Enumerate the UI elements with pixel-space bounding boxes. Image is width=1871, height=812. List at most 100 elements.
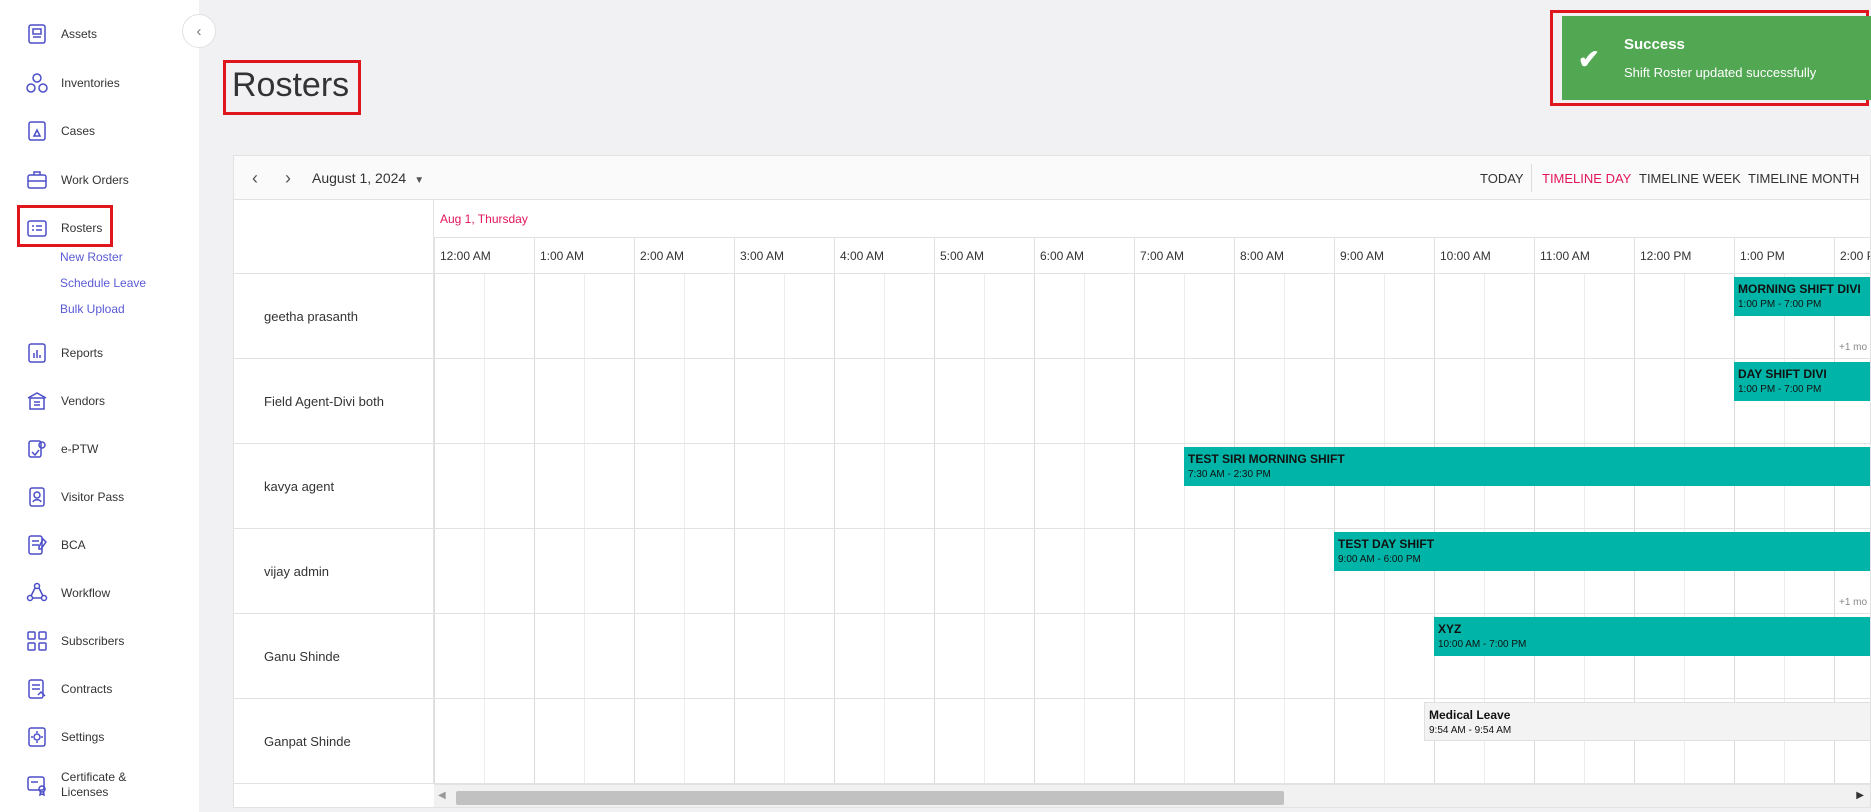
certificate-icon xyxy=(24,772,50,798)
hour-label: 4:00 AM xyxy=(834,238,934,274)
nav-label: Subscribers xyxy=(61,633,125,648)
view-timeline-week[interactable]: TIMELINE WEEK xyxy=(1639,171,1741,186)
chevron-right-icon: › xyxy=(285,167,291,188)
contracts-icon xyxy=(24,676,50,702)
event-title: XYZ xyxy=(1438,622,1462,636)
nav-workflow[interactable]: Workflow xyxy=(0,573,199,613)
bca-icon xyxy=(24,532,50,558)
chevron-left-icon: ‹ xyxy=(252,167,258,188)
view-timeline-month[interactable]: TIMELINE MONTH xyxy=(1748,171,1859,186)
event-medical-leave[interactable]: Medical Leave 9:54 AM - 9:54 AM xyxy=(1424,702,1870,741)
hour-label: 6:00 AM xyxy=(1034,238,1134,274)
hour-label: 2:00 AM xyxy=(634,238,734,274)
nav-label: Workflow xyxy=(61,585,111,600)
chevron-left-icon: ‹ xyxy=(196,22,202,40)
event-xyz[interactable]: XYZ 10:00 AM - 7:00 PM xyxy=(1434,617,1870,656)
assets-icon xyxy=(24,21,50,47)
highlight-box xyxy=(17,205,113,247)
hour-label: 9:00 AM xyxy=(1334,238,1434,274)
nav-inventories[interactable]: Inventories xyxy=(0,63,199,103)
toolbar-separator xyxy=(1531,164,1532,192)
nav-vendors[interactable]: Vendors xyxy=(0,381,199,421)
nav-label: Work Orders xyxy=(61,172,129,187)
event-time: 1:00 PM - 7:00 PM xyxy=(1738,384,1822,395)
event-morning-shift-divi[interactable]: MORNING SHIFT DIVI 1:00 PM - 7:00 PM xyxy=(1734,277,1870,316)
timeline-row[interactable] xyxy=(434,359,1870,444)
resource-row: Field Agent-Divi both xyxy=(234,359,434,444)
nav-label: Contracts xyxy=(61,681,113,696)
event-title: TEST DAY SHIFT xyxy=(1338,537,1435,551)
sidebar: Assets Inventories Cases Work Orders Ros… xyxy=(0,0,199,812)
event-time: 1:00 PM - 7:00 PM xyxy=(1738,299,1822,310)
cases-icon xyxy=(24,118,50,144)
resource-column: geetha prasanth Field Agent-Divi both ka… xyxy=(234,200,434,784)
nav-label: Reports xyxy=(61,345,104,360)
nav-visitor-pass[interactable]: Visitor Pass xyxy=(0,477,199,517)
event-title: TEST SIRI MORNING SHIFT xyxy=(1188,452,1345,466)
horizontal-scrollbar[interactable]: ◀ ▶ xyxy=(434,784,1870,807)
event-title: Medical Leave xyxy=(1429,708,1511,722)
next-date-button[interactable]: › xyxy=(277,167,299,189)
resource-row: kavya agent xyxy=(234,444,434,529)
toast-message: Shift Roster updated successfully xyxy=(1624,65,1817,80)
nav-label: Inventories xyxy=(61,75,120,90)
work-orders-icon xyxy=(24,167,50,193)
event-time: 9:54 AM - 9:54 AM xyxy=(1429,725,1512,736)
event-time: 7:30 AM - 2:30 PM xyxy=(1188,469,1271,480)
timeline-area: Aug 1, Thursday 12:00 AM 1:00 AM 2:00 AM 3:… xyxy=(434,200,1870,784)
nav-assets[interactable]: Assets xyxy=(0,14,199,54)
visitor-pass-icon xyxy=(24,484,50,510)
event-day-shift-divi[interactable]: DAY SHIFT DIVI 1:00 PM - 7:00 PM xyxy=(1734,362,1870,401)
date-header-label: Aug 1, Thursday xyxy=(440,212,528,226)
timeline-grid[interactable]: MORNING SHIFT DIVI 1:00 PM - 7:00 PM +1 … xyxy=(434,274,1870,784)
nav-label: Assets xyxy=(61,26,98,41)
nav-contracts[interactable]: Contracts xyxy=(0,669,199,709)
nav-bca[interactable]: BCA xyxy=(0,525,199,565)
hour-label: 2:00 PM xyxy=(1834,238,1870,274)
hour-label: 11:00 AM xyxy=(1534,238,1634,274)
workflow-icon xyxy=(24,580,50,606)
event-test-siri-morning-shift[interactable]: TEST SIRI MORNING SHIFT 7:30 AM - 2:30 P… xyxy=(1184,447,1870,486)
nav-label: Certificate & Licenses xyxy=(61,770,127,799)
nav-cases[interactable]: Cases xyxy=(0,111,199,151)
success-toast[interactable]: ✔ Success Shift Roster updated successfu… xyxy=(1562,16,1871,100)
event-title: MORNING SHIFT DIVI xyxy=(1738,282,1861,296)
nav-eptw[interactable]: e-PTW xyxy=(0,429,199,469)
hour-header: 12:00 AM 1:00 AM 2:00 AM 3:00 AM 4:00 AM 5:00… xyxy=(434,238,1870,274)
hour-label: 1:00 AM xyxy=(534,238,634,274)
event-test-day-shift[interactable]: TEST DAY SHIFT 9:00 AM - 6:00 PM xyxy=(1334,532,1870,571)
resource-row: Ganu Shinde xyxy=(234,614,434,699)
nav-settings[interactable]: Settings xyxy=(0,717,199,757)
page-title: Rosters xyxy=(232,66,350,104)
sidebar-collapse-button[interactable]: ‹ xyxy=(182,14,216,48)
more-events-link[interactable]: +1 mo xyxy=(1839,597,1867,608)
nav-reports[interactable]: Reports xyxy=(0,333,199,373)
nav-label: e-PTW xyxy=(61,441,99,456)
resource-row: vijay admin xyxy=(234,529,434,614)
scrollbar-thumb[interactable] xyxy=(456,791,1284,805)
date-picker[interactable]: August 1, 2024 ▼ xyxy=(312,170,424,186)
sub-item-new-roster[interactable]: New Roster xyxy=(60,250,123,264)
view-timeline-day[interactable]: TIMELINE DAY xyxy=(1542,171,1631,186)
scroll-right-icon[interactable]: ▶ xyxy=(1856,790,1864,801)
hour-label: 8:00 AM xyxy=(1234,238,1334,274)
sub-item-bulk-upload[interactable]: Bulk Upload xyxy=(60,302,125,316)
nav-certificate-licenses[interactable]: Certificate & Licenses xyxy=(0,765,199,805)
check-icon: ✔ xyxy=(1578,44,1600,74)
date-header: Aug 1, Thursday xyxy=(434,200,1870,238)
scroll-left-icon[interactable]: ◀ xyxy=(438,790,446,801)
toast-title: Success xyxy=(1624,36,1685,53)
hour-label: 10:00 AM xyxy=(1434,238,1534,274)
inventories-icon xyxy=(24,70,50,96)
more-events-link[interactable]: +1 mo xyxy=(1839,342,1867,353)
sub-item-schedule-leave[interactable]: Schedule Leave xyxy=(60,276,146,290)
nav-work-orders[interactable]: Work Orders xyxy=(0,160,199,200)
event-time: 10:00 AM - 7:00 PM xyxy=(1438,639,1527,650)
nav-subscribers[interactable]: Subscribers xyxy=(0,621,199,661)
event-time: 9:00 AM - 6:00 PM xyxy=(1338,554,1421,565)
view-today[interactable]: TODAY xyxy=(1480,171,1524,186)
date-label: August 1, 2024 xyxy=(312,170,407,186)
timeline-row[interactable] xyxy=(434,274,1870,359)
nav-label: Settings xyxy=(61,729,105,744)
prev-date-button[interactable]: ‹ xyxy=(244,167,266,189)
